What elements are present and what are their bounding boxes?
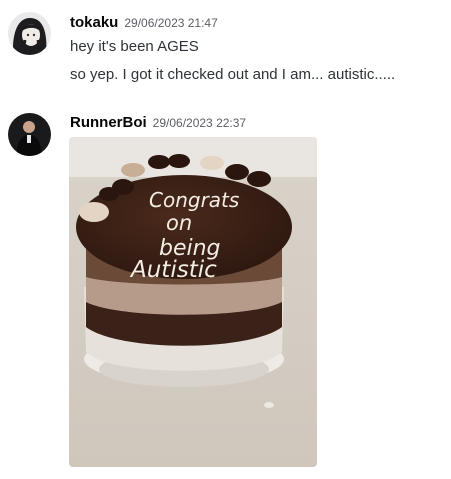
icing-line-1: Congrats: [149, 188, 239, 212]
timestamp[interactable]: 29/06/2023 22:37: [153, 116, 246, 130]
message-tokaku: tokaku 29/06/2023 21:47 hey it's been AGE…: [0, 0, 451, 100]
timestamp[interactable]: 29/06/2023 21:47: [124, 16, 217, 30]
image-attachment[interactable]: Congrats on being Autistic: [69, 137, 317, 467]
message-header: tokaku 29/06/2023 21:47: [70, 14, 218, 32]
icing-line-4: Autistic: [129, 257, 217, 283]
author-name[interactable]: tokaku: [70, 14, 118, 31]
avatar-image: [8, 12, 51, 55]
message-header: RunnerBoi 29/06/2023 22:37: [70, 114, 246, 132]
author-name[interactable]: RunnerBoi: [70, 114, 147, 131]
avatar-runnerboi[interactable]: [8, 113, 51, 156]
message-text: hey it's been AGES: [70, 38, 199, 55]
message-text: so yep. I got it checked out and I am...…: [70, 66, 396, 83]
icing-line-2: on: [166, 211, 192, 235]
avatar-image: [8, 113, 51, 156]
avatar-tokaku[interactable]: [8, 12, 51, 55]
cake-photo: Congrats on being Autistic: [69, 137, 317, 467]
